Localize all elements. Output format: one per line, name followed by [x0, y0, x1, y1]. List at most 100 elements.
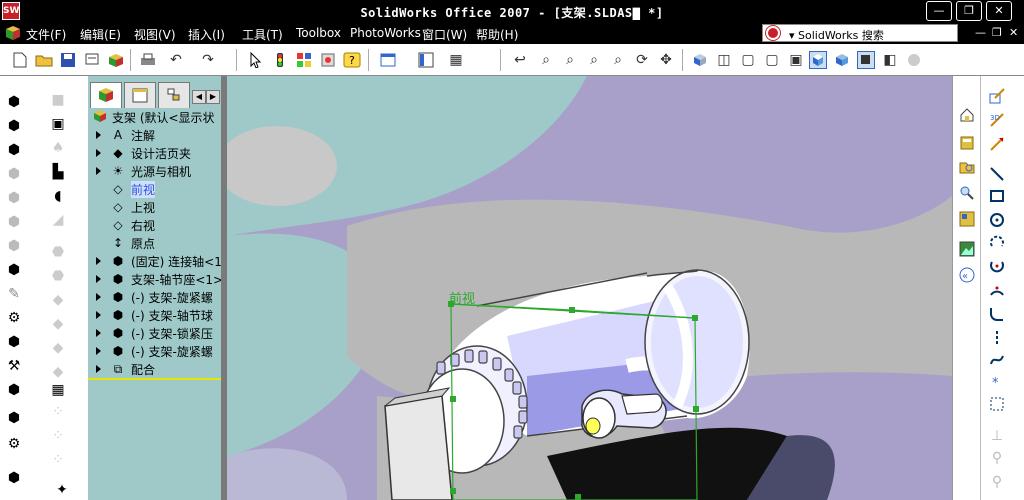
photoworks-icon[interactable]: ⬢	[4, 468, 24, 488]
tree-node[interactable]: ⬢ (-) 支架-轴节球	[88, 306, 222, 324]
file-explorer-icon[interactable]	[956, 156, 978, 178]
simulation-icon[interactable]: ⚙	[4, 434, 24, 454]
hidden-lines-visible-icon[interactable]: ▢	[762, 50, 782, 70]
view-orientation-icon[interactable]: ◫	[714, 50, 734, 70]
hole-wizard-icon[interactable]: ▙	[48, 162, 68, 182]
redo-icon[interactable]: ↷	[198, 50, 218, 70]
zoom-to-fit-icon[interactable]: ⌕	[536, 50, 556, 70]
point-icon[interactable]: *	[987, 372, 1007, 392]
pattern-icon[interactable]: ⬢	[4, 332, 24, 352]
view-palette-icon[interactable]	[956, 208, 978, 230]
new-document-icon[interactable]	[10, 50, 30, 70]
trim-entities-icon[interactable]: ⚲	[987, 472, 1007, 492]
restore-button[interactable]: ❐	[956, 1, 982, 21]
sketch-pattern-icon[interactable]: ⁘	[48, 450, 68, 470]
close-button[interactable]: ✕	[986, 1, 1012, 21]
shadows-icon[interactable]	[856, 50, 876, 70]
window-tile-icon[interactable]	[416, 50, 436, 70]
design-library-icon[interactable]	[956, 132, 978, 154]
tree-node[interactable]: ↕ 原点	[88, 234, 222, 252]
dome-icon[interactable]: ◆	[48, 314, 68, 334]
menu-window[interactable]: 窗口(W)	[422, 26, 467, 43]
construction-geometry-icon[interactable]	[987, 394, 1007, 414]
solidworks-cube-icon[interactable]	[4, 25, 22, 41]
menu-photoworks[interactable]: PhotoWorks	[350, 26, 421, 40]
standard-views-icon[interactable]	[690, 50, 710, 70]
smart-dimension-icon[interactable]	[987, 134, 1007, 154]
wireframe-icon[interactable]: ▢	[738, 50, 758, 70]
tree-node[interactable]: ⧉ 配合	[88, 360, 222, 378]
tab-scroll-right-icon[interactable]: ▶	[206, 90, 220, 104]
expand-arrow-icon[interactable]	[96, 293, 101, 301]
move-component-icon[interactable]: ⬢	[4, 140, 24, 160]
tree-node[interactable]: ◆ 设计活页夹	[88, 144, 222, 162]
menu-insert[interactable]: 插入(I)	[188, 26, 225, 43]
tree-node[interactable]: ☀ 光源与相机	[88, 162, 222, 180]
circle-icon[interactable]	[987, 210, 1007, 230]
layout-icon[interactable]	[378, 50, 398, 70]
expand-arrow-icon[interactable]	[96, 311, 101, 319]
sweep-icon[interactable]: ◆	[48, 362, 68, 382]
document-close-button[interactable]: ✕	[1009, 26, 1018, 39]
zoom-in-out-icon[interactable]: ⌕	[584, 50, 604, 70]
line-icon[interactable]	[987, 164, 1007, 184]
mirror-icon[interactable]: ⬢	[4, 380, 24, 400]
rotate-view-icon[interactable]: ⟳	[632, 50, 652, 70]
centerline-icon[interactable]	[987, 328, 1007, 348]
realview-icon[interactable]	[904, 50, 924, 70]
save-icon[interactable]	[58, 50, 78, 70]
tab-property-manager[interactable]	[124, 82, 156, 108]
shell-icon[interactable]: ⬣	[48, 242, 68, 262]
print-icon[interactable]	[138, 50, 158, 70]
hide-show-icon[interactable]: ⬢	[4, 260, 24, 280]
tree-node[interactable]: ⬢ 支架-轴节座<1>	[88, 270, 222, 288]
menu-tools[interactable]: 工具(T)	[242, 26, 283, 43]
options-grid-icon[interactable]	[294, 50, 314, 70]
section-view-icon[interactable]: ◧	[880, 50, 900, 70]
graphics-area[interactable]: 前视	[227, 76, 952, 500]
front-plane-label[interactable]: 前视	[449, 288, 475, 307]
mate-icon[interactable]: ⬢	[4, 116, 24, 136]
search-icon[interactable]	[956, 182, 978, 204]
circular-pattern-icon[interactable]: ⁘	[48, 402, 68, 422]
insert-component-icon[interactable]: ⬢	[4, 92, 24, 112]
expand-arrow-icon[interactable]	[96, 167, 101, 175]
spline-icon[interactable]	[987, 350, 1007, 370]
expand-arrow-icon[interactable]	[96, 257, 101, 265]
tab-scroll-left-icon[interactable]: ◀	[192, 90, 206, 104]
tree-node[interactable]: ◇ 上视	[88, 198, 222, 216]
tree-node[interactable]: ⬢ (-) 支架-旋紧螺	[88, 342, 222, 360]
menu-file[interactable]: 文件(F)	[26, 26, 66, 43]
expand-arrow-icon[interactable]	[96, 149, 101, 157]
offset-entities-icon[interactable]: ⚲	[987, 448, 1007, 468]
tree-root-assembly[interactable]: 支架 (默认<显示状	[88, 108, 222, 126]
expand-arrow-icon[interactable]	[96, 365, 101, 373]
zoom-to-area-icon[interactable]: ⌕	[560, 50, 580, 70]
solidworks-resources-icon[interactable]	[956, 104, 978, 126]
bom-icon[interactable]: ⬢	[4, 408, 24, 428]
tangent-arc-icon[interactable]	[987, 256, 1007, 276]
settings-icon[interactable]	[318, 50, 338, 70]
select-cursor-icon[interactable]	[246, 50, 266, 70]
draft-icon[interactable]: ⬣	[48, 266, 68, 286]
shaded-icon[interactable]	[832, 50, 852, 70]
expand-arrow-icon[interactable]	[96, 347, 101, 355]
previous-view-icon[interactable]: ↩	[510, 50, 530, 70]
explode-view-icon[interactable]: ⬢	[4, 212, 24, 232]
appearances-icon[interactable]	[956, 238, 978, 260]
document-restore-button[interactable]: ❐	[992, 26, 1002, 39]
solidworks-search-box[interactable]: ▾ SolidWorks 搜索	[762, 24, 958, 42]
mirror-entities-icon[interactable]: ⊥	[987, 426, 1007, 446]
menu-toolbox[interactable]: Toolbox	[296, 26, 341, 40]
extrude-cut-icon[interactable]: ▣	[48, 114, 68, 134]
hidden-lines-removed-icon[interactable]: ▣	[786, 50, 806, 70]
centerpoint-arc-icon[interactable]	[987, 232, 1007, 252]
rollback-bar[interactable]	[88, 378, 222, 380]
rebuild-icon[interactable]	[270, 50, 290, 70]
wrap-icon[interactable]: ◆	[48, 338, 68, 358]
open-folder-icon[interactable]	[34, 50, 54, 70]
chamfer-icon[interactable]: ◢	[48, 210, 68, 230]
expand-arrow-icon[interactable]	[96, 131, 101, 139]
shaded-with-edges-icon[interactable]	[808, 50, 828, 70]
sketch-fillet-icon[interactable]	[987, 304, 1007, 324]
